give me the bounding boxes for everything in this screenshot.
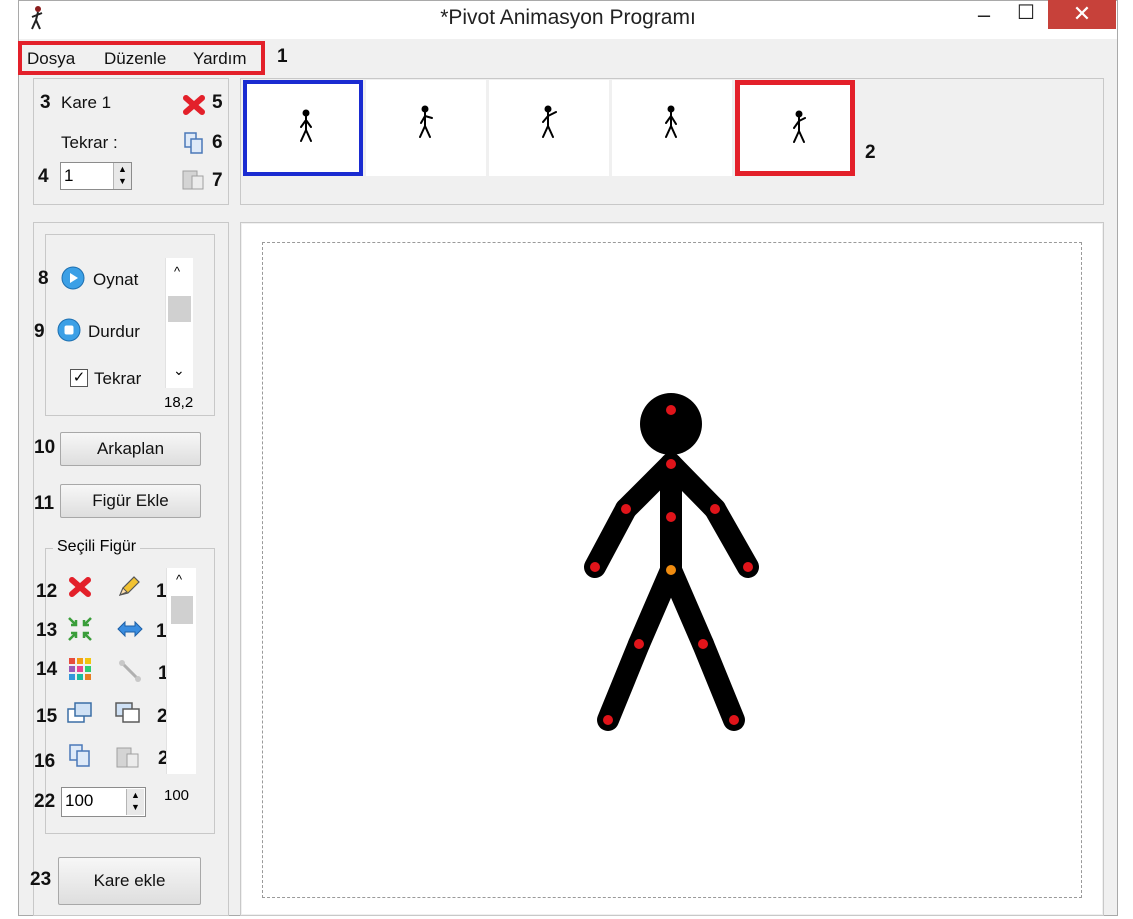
scale-spinner-arrows-icon[interactable]: ▲ ▼ [126, 789, 144, 815]
frame-thumbnail-figure [665, 105, 677, 138]
copy-frame-icon[interactable] [182, 131, 206, 155]
slider-down-icon[interactable]: ⌄ [173, 362, 185, 379]
frame-thumbnail-figure [793, 110, 806, 143]
slider-value: 100 [164, 787, 190, 804]
annotation-11: 11 [34, 493, 55, 514]
annotation-12: 12 [36, 581, 58, 602]
scale-slider[interactable]: ^ [166, 568, 196, 774]
annotation-8: 8 [38, 268, 49, 289]
frame-thumbnail-figure [300, 109, 312, 142]
annotation-13: 13 [36, 620, 58, 641]
play-button[interactable]: Oynat [93, 270, 138, 290]
frame-thumbnail-figure [542, 105, 557, 138]
annotation-15: 15 [36, 706, 58, 727]
timeline-frame-1[interactable] [243, 80, 363, 176]
speed-value: 18,2 [164, 394, 194, 411]
shrink-arrows-icon[interactable] [66, 615, 94, 643]
bring-front-icon[interactable] [66, 700, 94, 726]
spinner-arrows-icon[interactable]: ▲ ▼ [113, 163, 131, 189]
annotation-9: 9 [34, 321, 45, 342]
timeline-frame-5[interactable] [735, 80, 855, 176]
annotation-7: 7 [212, 170, 223, 191]
scale-value: 100 [65, 791, 94, 810]
annotation-5: 5 [212, 92, 223, 113]
close-button[interactable]: ✕ [1048, 0, 1116, 29]
flip-arrows-icon[interactable] [116, 619, 144, 639]
loop-label: Tekrar [94, 369, 142, 388]
repeat-value: 1 [64, 166, 74, 185]
stick-figure[interactable] [262, 242, 1082, 898]
annotation-1: 1 [277, 46, 288, 67]
stop-icon[interactable] [56, 317, 82, 343]
scale-slider-thumb[interactable] [171, 596, 193, 624]
pencil-icon[interactable] [115, 573, 143, 601]
maximize-button[interactable]: ☐ [1008, 0, 1044, 25]
send-back-icon[interactable] [114, 700, 142, 726]
delete-figure-icon[interactable] [67, 575, 93, 599]
figure-limbs [584, 453, 759, 731]
frame-label: Kare 1 [61, 93, 112, 112]
play-icon[interactable] [60, 265, 86, 291]
slider-thumb[interactable] [168, 296, 191, 322]
delete-frame-icon[interactable] [182, 94, 206, 116]
window-title: *Pivot Animasyon Programı [440, 6, 696, 29]
speed-slider[interactable]: ^ ⌄ [165, 258, 193, 388]
annotation-4: 4 [38, 166, 49, 187]
color-palette-icon[interactable] [68, 657, 92, 681]
minimize-button[interactable]: – [966, 2, 1002, 28]
frame-thumbnail-figure [419, 105, 433, 138]
repeat-spinner[interactable]: 1 ▲ ▼ [60, 162, 132, 190]
loop-checkbox[interactable]: ✓ [70, 369, 88, 387]
annotation-22: 22 [34, 791, 56, 812]
timeline-frame-3[interactable] [489, 80, 609, 176]
paste-figure-icon[interactable] [114, 744, 142, 770]
background-button[interactable]: Arkaplan [60, 432, 201, 466]
selected-figure-label: Seçili Figür [53, 538, 141, 556]
annotation-23: 23 [30, 869, 52, 890]
annotation-3: 3 [40, 92, 51, 113]
annotation-14: 14 [36, 659, 58, 680]
annotation-2: 2 [865, 142, 876, 163]
add-frame-button[interactable]: Kare ekle [58, 857, 201, 905]
annotation-10: 10 [34, 437, 56, 458]
stop-button[interactable]: Durdur [88, 322, 140, 342]
timeline-frame-2[interactable] [366, 80, 486, 176]
scale-slider-up-icon[interactable]: ^ [176, 572, 182, 587]
annotation-6: 6 [212, 132, 223, 153]
timeline-frame-4[interactable] [612, 80, 732, 176]
menu-annotation-box [18, 41, 265, 75]
scale-spinner[interactable]: 100 ▲ ▼ [61, 787, 146, 817]
annotation-16: 16 [34, 751, 56, 772]
copy-figure-icon[interactable] [67, 743, 93, 769]
add-figure-button[interactable]: Figür Ekle [60, 484, 201, 518]
close-icon: ✕ [1072, 1, 1092, 26]
slider-up-icon[interactable]: ^ [174, 264, 180, 279]
center-handle[interactable] [666, 565, 676, 575]
figure-head[interactable] [640, 393, 702, 455]
paste-frame-icon[interactable] [180, 167, 206, 191]
repeat-label: Tekrar : [61, 133, 118, 152]
joint-tool-icon[interactable] [116, 657, 144, 685]
